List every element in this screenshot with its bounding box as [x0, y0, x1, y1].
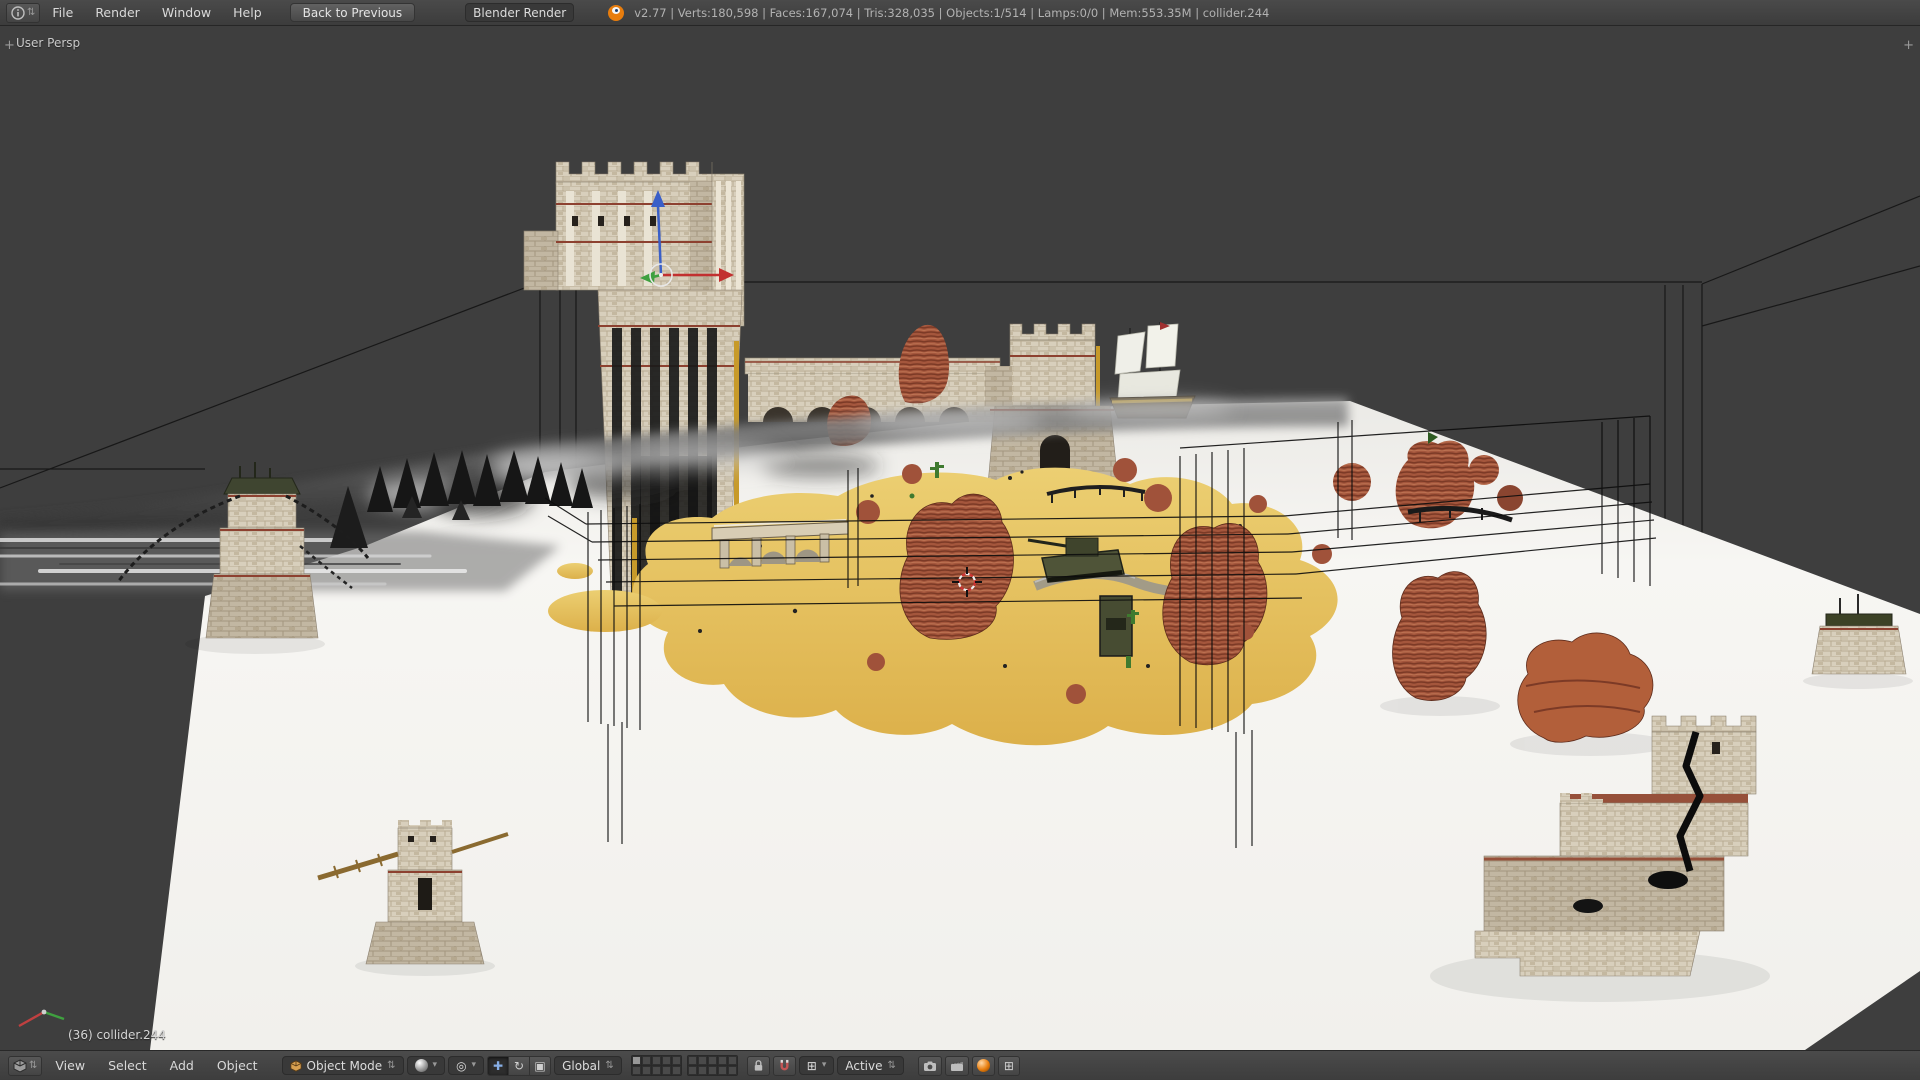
- orientation-label: Global: [562, 1059, 600, 1073]
- viewport-canvas[interactable]: [0, 26, 1920, 1050]
- layers-widget: [631, 1055, 738, 1076]
- grid-icon: ⊞: [1004, 1059, 1014, 1073]
- blender-logo-icon: [608, 5, 624, 21]
- camera-icon: [923, 1059, 937, 1073]
- magnet-icon: [778, 1059, 791, 1072]
- scene-stats: v2.77 | Verts:180,598 | Faces:167,074 | …: [634, 6, 1269, 20]
- scale-icon: ▣: [534, 1059, 545, 1073]
- rotate-icon: ↻: [514, 1059, 524, 1073]
- grid-toggle-button[interactable]: ⊞: [998, 1056, 1020, 1076]
- transform-orientation-select[interactable]: Global ⇅: [554, 1056, 622, 1075]
- layer-cell[interactable]: [652, 1056, 661, 1065]
- opengl-render-image-button[interactable]: [918, 1056, 942, 1076]
- layer-cell[interactable]: [708, 1056, 717, 1065]
- editor-type-3dview-button[interactable]: ⇅: [8, 1056, 42, 1076]
- manipulator-scale-button[interactable]: ▣: [529, 1056, 551, 1076]
- snap-toggle-button[interactable]: [773, 1056, 796, 1076]
- viewport-shading-icon: [415, 1059, 428, 1072]
- updown-icon: ⇅: [605, 1061, 613, 1071]
- opengl-render-anim-button[interactable]: [945, 1056, 969, 1076]
- texture-sphere-icon: [977, 1059, 990, 1072]
- viewport-shading-select[interactable]: ▾: [407, 1056, 446, 1075]
- layer-cell[interactable]: [632, 1066, 641, 1075]
- layer-cell[interactable]: [688, 1056, 697, 1065]
- editor-type-info-button[interactable]: ⇅: [6, 3, 40, 23]
- pivot-point-select[interactable]: ◎ ▾: [448, 1056, 484, 1075]
- layer-cell[interactable]: [642, 1066, 651, 1075]
- layers-group-1: [631, 1055, 682, 1076]
- editor-3dview-icon: [13, 1059, 27, 1073]
- layers-group-2: [687, 1055, 738, 1076]
- info-editor-icon: [11, 6, 25, 20]
- view-mode-label: User Persp: [16, 36, 80, 50]
- snap-element-select[interactable]: ⊞ ▾: [799, 1056, 835, 1075]
- interaction-mode-select[interactable]: Object Mode ⇅: [282, 1056, 404, 1075]
- info-header-bar: ⇅ File Render Window Help Back to Previo…: [0, 0, 1920, 26]
- manipulator-rotate-button[interactable]: ↻: [508, 1056, 530, 1076]
- lock-to-scene-button[interactable]: [747, 1056, 770, 1076]
- object-mode-icon: [290, 1060, 302, 1072]
- layer-cell[interactable]: [672, 1056, 681, 1065]
- layer-cell[interactable]: [708, 1066, 717, 1075]
- layer-cell[interactable]: [728, 1056, 737, 1065]
- menu-render[interactable]: Render: [85, 0, 150, 25]
- snap-element-icon: ⊞: [807, 1059, 817, 1073]
- layer-cell[interactable]: [642, 1056, 651, 1065]
- pivot-icon: ◎: [456, 1059, 466, 1073]
- menu-viewport-add[interactable]: Add: [160, 1053, 204, 1078]
- menu-file[interactable]: File: [42, 0, 83, 25]
- updown-icon: ⇅: [27, 8, 35, 18]
- mode-label: Object Mode: [307, 1059, 383, 1073]
- layer-cell[interactable]: [698, 1066, 707, 1075]
- viewport-3d[interactable]: User Persp (36) collider.244 + +: [0, 26, 1920, 1050]
- engine-label: Blender Render: [473, 6, 566, 20]
- lock-icon: [752, 1059, 765, 1072]
- active-object-label: (36) collider.244: [68, 1028, 166, 1042]
- dropdown-caret-icon: ▾: [472, 1061, 477, 1070]
- clapperboard-icon: [950, 1059, 964, 1073]
- layer-cell[interactable]: [632, 1056, 641, 1065]
- layer-cell[interactable]: [698, 1056, 707, 1065]
- layer-cell[interactable]: [662, 1066, 671, 1075]
- layer-cell[interactable]: [728, 1066, 737, 1075]
- snap-target-label: Active: [845, 1059, 882, 1073]
- menu-viewport-object[interactable]: Object: [207, 1053, 268, 1078]
- region-expand-icon[interactable]: +: [4, 38, 15, 53]
- menu-viewport-view[interactable]: View: [45, 1053, 95, 1078]
- menu-help[interactable]: Help: [223, 0, 272, 25]
- viewport-header-bar: ⇅ View Select Add Object Object Mode ⇅ ▾…: [0, 1050, 1920, 1080]
- render-engine-select[interactable]: Blender Render: [465, 3, 574, 22]
- manipulator-translate-button[interactable]: ✚: [487, 1056, 509, 1076]
- layer-cell[interactable]: [662, 1056, 671, 1065]
- layer-cell[interactable]: [672, 1066, 681, 1075]
- blender-window: ⇅ File Render Window Help Back to Previo…: [0, 0, 1920, 1080]
- menu-viewport-select[interactable]: Select: [98, 1053, 157, 1078]
- dropdown-caret-icon: ▾: [822, 1061, 827, 1070]
- dropdown-caret-icon: ▾: [433, 1061, 438, 1070]
- updown-icon: ⇅: [29, 1061, 37, 1071]
- updown-icon: ⇅: [387, 1061, 395, 1071]
- updown-icon: ⇅: [887, 1061, 895, 1071]
- translate-icon: ✚: [493, 1059, 503, 1073]
- layer-cell[interactable]: [688, 1066, 697, 1075]
- layer-cell[interactable]: [718, 1056, 727, 1065]
- snap-target-select[interactable]: Active ⇅: [837, 1056, 904, 1075]
- menu-window[interactable]: Window: [152, 0, 221, 25]
- region-expand-icon[interactable]: +: [1903, 38, 1914, 53]
- matcap-toggle-button[interactable]: [972, 1056, 995, 1076]
- layer-cell[interactable]: [652, 1066, 661, 1075]
- back-to-previous-button[interactable]: Back to Previous: [290, 3, 416, 22]
- layer-cell[interactable]: [718, 1066, 727, 1075]
